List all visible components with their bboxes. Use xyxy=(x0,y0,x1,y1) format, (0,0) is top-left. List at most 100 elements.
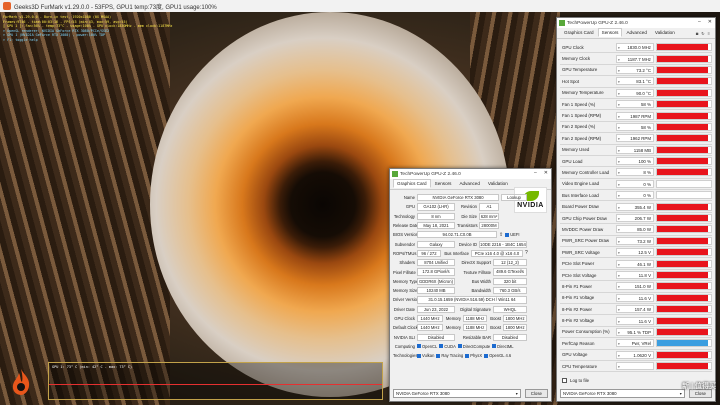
technology-value: 8 nm xyxy=(417,212,455,220)
sensor-value[interactable]: ▾ 11.8 V xyxy=(616,271,654,279)
default-boost-value: 1800 MHz xyxy=(503,324,527,332)
sensor-value[interactable]: ▾ 0 % xyxy=(616,191,654,200)
computing-directcompute: DirectCompute xyxy=(457,344,490,349)
sensor-value[interactable]: ▾ 1987 RPM xyxy=(616,111,654,121)
sensor-graph-fill xyxy=(657,317,709,324)
minimize-icon[interactable]: – xyxy=(698,19,701,25)
sensor-value[interactable]: ▾ 73.2 W xyxy=(616,236,654,246)
close-icon[interactable]: ✕ xyxy=(544,170,548,176)
dropdown-icon[interactable]: ▾ xyxy=(618,124,620,132)
resizable-bar-label: Resizable BAR xyxy=(462,334,491,340)
dropdown-icon[interactable]: ▾ xyxy=(618,204,620,212)
dropdown-icon[interactable]: ▾ xyxy=(618,295,620,303)
dropdown-icon[interactable]: ▾ xyxy=(618,352,620,360)
dropdown-icon[interactable]: ▾ xyxy=(618,181,620,189)
dropdown-icon[interactable]: ▾ xyxy=(618,363,620,371)
sensor-value-text: 1987 RPM xyxy=(630,113,651,119)
dropdown-icon[interactable]: ▾ xyxy=(618,67,620,75)
sensor-value[interactable]: ▾ 1962 RPM xyxy=(616,134,654,143)
dropdown-icon[interactable]: ▾ xyxy=(618,340,620,348)
dropdown-icon[interactable]: ▾ xyxy=(618,147,620,155)
sensor-value-text: 11.6 V xyxy=(638,295,651,301)
sensor-label: Memory Clock xyxy=(562,56,591,62)
sensor-value[interactable]: ▾ 58 % xyxy=(616,100,654,109)
close-icon[interactable]: ✕ xyxy=(708,19,712,25)
tab-sensors[interactable]: Sensors xyxy=(431,179,456,188)
device-select[interactable]: NVIDIA GeForce RTX 3080 xyxy=(393,388,521,398)
sensor-value[interactable]: ▾ Pwr, VRel xyxy=(616,339,654,348)
dropdown-icon[interactable]: ▾ xyxy=(618,261,620,269)
log-to-file[interactable]: Log to file xyxy=(562,378,589,383)
tab-advanced[interactable]: Advanced xyxy=(455,179,483,188)
computing-opencl: OpenCL xyxy=(417,344,437,349)
lookup-button[interactable]: Lookup xyxy=(501,194,527,202)
sensor-value[interactable]: ▾ 157.4 W xyxy=(616,305,654,314)
sensor-value[interactable]: ▾ 206.7 W xyxy=(616,214,654,223)
dropdown-icon[interactable]: ▾ xyxy=(618,169,620,177)
sensor-value-text: 58 % xyxy=(640,124,651,130)
memory-type-value: GDDR6X (Micron) xyxy=(417,277,455,285)
tab-graphics-card[interactable]: Graphics Card xyxy=(560,28,598,37)
menu-icon[interactable]: ≡ xyxy=(708,31,710,36)
share-icon[interactable]: ⇪ xyxy=(499,232,503,238)
sensor-graph xyxy=(656,88,712,97)
sensor-value[interactable]: ▾ 95.1 % TDP xyxy=(616,327,654,337)
name-value: NVIDIA GeForce RTX 3080 xyxy=(417,194,499,202)
sensor-value[interactable]: ▾ 100 % xyxy=(616,157,654,166)
device-select[interactable]: NVIDIA GeForce RTX 3080 xyxy=(560,388,685,398)
sensor-value[interactable]: ▾ 90.0 °C xyxy=(616,88,654,98)
dropdown-icon[interactable]: ▾ xyxy=(618,238,620,246)
vulkan-checkbox xyxy=(417,353,421,358)
tab-graphics-card[interactable]: Graphics Card xyxy=(393,179,431,188)
dropdown-icon[interactable]: ▾ xyxy=(618,113,620,121)
sensor-value[interactable]: ▾ 83.1 °C xyxy=(616,77,654,86)
dropdown-icon[interactable]: ▾ xyxy=(618,90,620,98)
sensor-value[interactable]: ▾ 1158 MB xyxy=(616,145,654,155)
gpuz-sensors-titlebar[interactable]: TechPowerUp GPU-Z 2.46.0 – ✕ xyxy=(557,18,715,28)
sensor-value[interactable]: ▾ 11.6 V xyxy=(616,316,654,326)
sensor-value[interactable]: ▾ 73.2 °C xyxy=(616,65,654,75)
dropdown-icon[interactable]: ▾ xyxy=(618,101,620,109)
log-to-file-checkbox[interactable] xyxy=(562,378,567,383)
tab-validation[interactable]: Validation xyxy=(484,179,512,188)
sensor-value[interactable]: ▾ 58 % xyxy=(616,122,654,132)
dropdown-icon[interactable]: ▾ xyxy=(618,306,620,314)
sensor-value[interactable]: ▾ 8 % xyxy=(616,168,654,177)
close-button[interactable]: Close xyxy=(524,388,548,398)
sensor-value[interactable]: ▾ 0 % xyxy=(616,179,654,189)
tab-advanced[interactable]: Advanced xyxy=(622,28,650,37)
camera-icon[interactable]: ◙ xyxy=(696,31,698,36)
dropdown-icon[interactable]: ▾ xyxy=(618,283,620,291)
sensor-value[interactable]: ▾ xyxy=(616,362,654,371)
gpuz-card-titlebar[interactable]: TechPowerUp GPU-Z 2.46.0 – ✕ xyxy=(390,169,551,179)
sensor-value[interactable]: ▾ 151.0 W xyxy=(616,282,654,291)
tab-sensors[interactable]: Sensors xyxy=(597,28,623,37)
opencl-checkbox xyxy=(417,344,421,349)
dropdown-icon[interactable]: ▾ xyxy=(618,78,620,86)
sensor-value[interactable]: ▾ 11.6 V xyxy=(616,293,654,303)
refresh-icon[interactable]: ↻ xyxy=(701,31,704,36)
sensor-row: Video Engine Load ▾ 0 % xyxy=(560,179,712,191)
dropdown-icon[interactable]: ▾ xyxy=(618,192,620,200)
sensor-value[interactable]: ▾ 85.0 W xyxy=(616,225,654,234)
dropdown-icon[interactable]: ▾ xyxy=(618,135,620,143)
dropdown-icon[interactable]: ▾ xyxy=(618,158,620,166)
sensor-row: Power Consumption (%) ▾ 95.1 % TDP xyxy=(560,327,712,339)
minimize-icon[interactable]: – xyxy=(534,170,537,176)
dropdown-icon[interactable]: ▾ xyxy=(618,56,620,64)
sensor-value[interactable]: ▾ 46.1 W xyxy=(616,259,654,269)
dropdown-icon[interactable]: ▾ xyxy=(618,226,620,234)
dropdown-icon[interactable]: ▾ xyxy=(618,318,620,326)
tab-validation[interactable]: Validation xyxy=(651,28,679,37)
sensor-value[interactable]: ▾ 12.5 V xyxy=(616,248,654,257)
dropdown-icon[interactable]: ▾ xyxy=(618,329,620,337)
sensor-value[interactable]: ▾ 1830.0 MHz xyxy=(616,43,654,52)
dropdown-icon[interactable]: ▾ xyxy=(618,249,620,257)
dropdown-icon[interactable]: ▾ xyxy=(618,44,620,52)
dropdown-icon[interactable]: ▾ xyxy=(618,215,620,223)
dropdown-icon[interactable]: ▾ xyxy=(618,272,620,280)
sensor-value[interactable]: ▾ 1.0620 V xyxy=(616,350,654,360)
sensor-value[interactable]: ▾ 355.4 W xyxy=(616,202,654,212)
help-icon[interactable]: ? xyxy=(525,250,528,256)
sensor-value[interactable]: ▾ 1187.7 MHz xyxy=(616,54,654,64)
